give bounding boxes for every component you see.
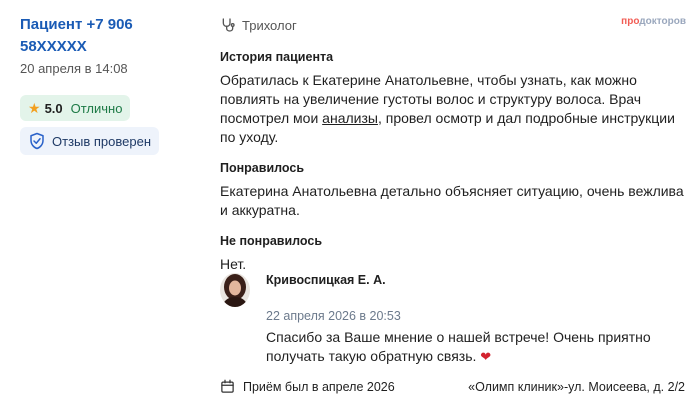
doctor-avatar — [220, 273, 250, 307]
visit-info: Приём был в апреле 2026 — [220, 379, 395, 394]
stethoscope-icon — [222, 18, 235, 32]
analyses-link[interactable]: анализы — [322, 110, 378, 126]
rating-word: Отлично — [70, 100, 123, 116]
reply-date: 22 апреля 2026 в 20:53 — [266, 309, 401, 323]
history-text: Обратилась к Екатерине Анатольевне, чтоб… — [220, 72, 675, 145]
clinic-address[interactable]: «Олимп клиник»-ул. Моисеева, д. 2/2 — [468, 380, 685, 394]
specialty-row: Трихолог — [220, 14, 685, 36]
reply-text: Спасибо за Ваше мнение о нашей встрече! … — [266, 329, 651, 364]
calendar-icon — [221, 379, 234, 393]
visit-date: Приём был в апреле 2026 — [243, 379, 395, 394]
liked-title: Понравилось — [220, 161, 305, 175]
doctor-specialty: Трихолог — [242, 17, 297, 33]
heart-icon: ❤ — [480, 349, 492, 364]
star-icon: ★ — [28, 100, 41, 116]
verified-label: Отзыв проверен — [52, 133, 152, 149]
verified-badge[interactable]: Отзыв проверен — [20, 127, 160, 155]
review-body: Трихолог История пациента Обратилась к Е… — [220, 14, 685, 274]
rating-score: 5.0 — [44, 100, 63, 116]
review-meta: Пациент +7 906 58XXXXX 20 апреля в 14:08… — [20, 14, 200, 155]
disliked-title: Не понравилось — [220, 234, 323, 248]
liked-text: Екатерина Анатольевна детально объясняет… — [220, 183, 684, 218]
shield-check-icon — [30, 132, 44, 150]
patient-name-link[interactable]: Пациент +7 906 58XXXXX — [20, 14, 200, 58]
disliked-text: Нет. — [220, 256, 247, 272]
visit-footer: Приём был в апреле 2026 «Олимп клиник»-у… — [220, 379, 685, 394]
review-date: 20 апреля в 14:08 — [20, 61, 128, 76]
reply-author: Кривоспицкая Е. А. — [266, 273, 386, 287]
rating-badge: ★ 5.0 Отлично — [20, 95, 131, 121]
history-title: История пациента — [220, 50, 334, 64]
